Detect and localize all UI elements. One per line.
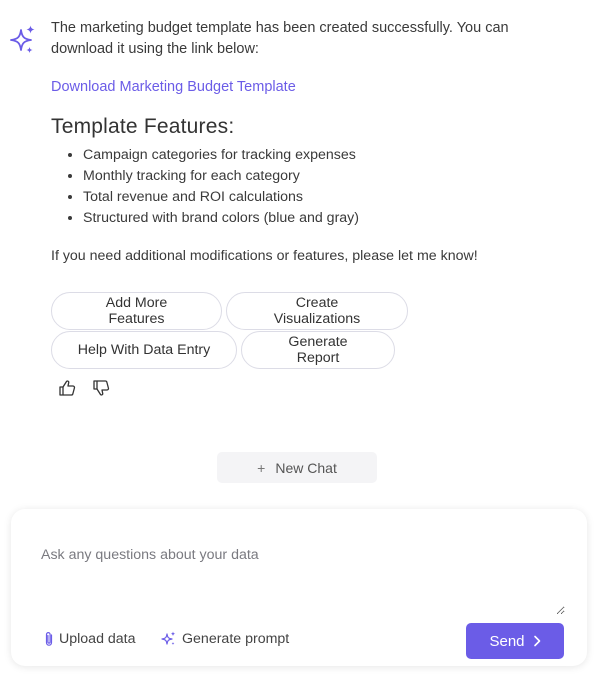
generate-prompt-button[interactable]: Generate prompt	[161, 631, 289, 647]
plus-icon: +	[257, 459, 266, 476]
thumbs-up-icon[interactable]	[58, 379, 76, 397]
chat-page: The marketing budget template has been c…	[0, 0, 598, 678]
feature-item: Structured with brand colors (blue and g…	[83, 208, 521, 229]
question-input[interactable]	[41, 547, 565, 615]
chat-composer: Upload data Generate prompt Send	[11, 509, 587, 666]
upload-data-label: Upload data	[59, 631, 136, 647]
generate-report-chip[interactable]: Generate Report	[241, 331, 395, 369]
help-with-data-entry-chip[interactable]: Help With Data Entry	[51, 331, 237, 369]
new-chat-button[interactable]: + New Chat	[217, 452, 377, 483]
feature-item: Monthly tracking for each category	[83, 166, 521, 187]
message-closing: If you need additional modifications or …	[51, 248, 478, 264]
new-chat-label: New Chat	[275, 459, 337, 476]
add-more-features-chip[interactable]: Add More Features	[51, 292, 222, 330]
sparkle-icon	[10, 25, 35, 53]
send-label: Send	[489, 632, 525, 650]
feature-list: Campaign categories for tracking expense…	[51, 145, 521, 229]
chip-row: Help With Data Entry Generate Report	[51, 331, 471, 369]
thumbs-down-icon[interactable]	[92, 379, 110, 397]
chip-row: Add More Features Create Visualizations	[51, 292, 471, 330]
download-template-link[interactable]: Download Marketing Budget Template	[51, 77, 296, 98]
create-visualizations-chip[interactable]: Create Visualizations	[226, 292, 408, 330]
upload-data-button[interactable]: Upload data	[44, 631, 136, 647]
send-button[interactable]: Send	[466, 623, 564, 659]
feature-item: Total revenue and ROI calculations	[83, 187, 521, 208]
generate-prompt-label: Generate prompt	[182, 631, 290, 647]
sparkle-icon	[161, 631, 176, 645]
feedback-bar	[58, 379, 110, 397]
message-intro: The marketing budget template has been c…	[51, 20, 509, 57]
feature-item: Campaign categories for tracking expense…	[83, 145, 521, 166]
features-heading: Template Features:	[51, 115, 235, 138]
paperclip-icon	[45, 631, 53, 646]
assistant-message: The marketing budget template has been c…	[51, 18, 521, 267]
chevron-right-icon	[533, 635, 540, 647]
suggestion-chips: Add More Features Create Visualizations …	[51, 292, 471, 370]
